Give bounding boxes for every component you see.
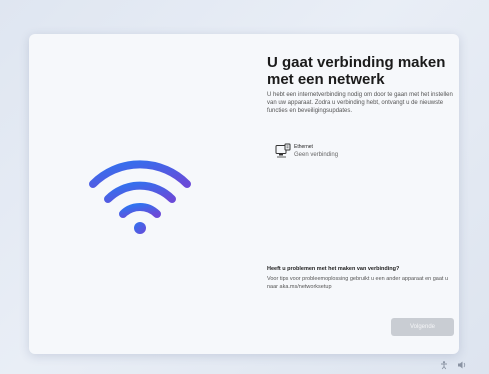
system-tray <box>441 361 466 370</box>
network-name: Ethernet <box>294 144 313 150</box>
network-status: Geen verbinding <box>294 152 339 158</box>
page-title: U gaat verbinding maken met een netwerk <box>267 54 446 88</box>
next-button[interactable]: Volgende <box>391 318 454 336</box>
wifi-icon <box>89 160 191 234</box>
accessibility-icon[interactable] <box>441 361 447 370</box>
page-description: U hebt een internetverbinding nodig om d… <box>267 92 453 114</box>
help-heading: Heeft u problemen met het maken van verb… <box>267 266 400 272</box>
volume-icon[interactable] <box>458 361 466 369</box>
help-text: Voor tips voor probleemoplossing gebruik… <box>267 276 449 290</box>
ethernet-icon <box>275 143 291 158</box>
network-item-ethernet[interactable]: Ethernet Geen verbinding <box>275 143 385 161</box>
setup-dialog: U gaat verbinding maken met een netwerk … <box>29 34 459 354</box>
